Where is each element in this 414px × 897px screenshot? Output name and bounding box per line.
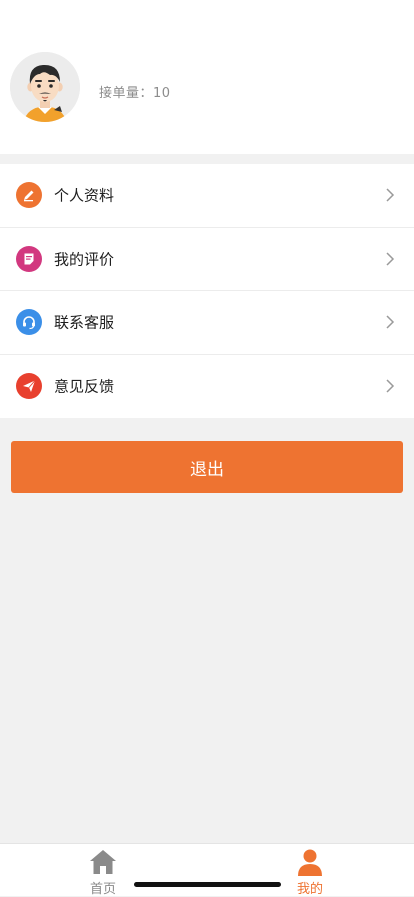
- menu-item-profile[interactable]: 个人资料: [0, 164, 414, 228]
- menu-list: 个人资料 我的评价 联系客服 意见反馈: [0, 164, 414, 418]
- review-icon: [16, 245, 42, 272]
- chevron-right-icon: [386, 315, 395, 329]
- order-count-value: 10: [153, 86, 171, 101]
- tab-home[interactable]: 首页: [63, 844, 143, 897]
- avatar-illustration: [10, 52, 80, 122]
- home-indicator: [134, 882, 281, 887]
- menu-item-feedback[interactable]: 意见反馈: [0, 355, 414, 419]
- avatar[interactable]: [10, 52, 80, 122]
- logout-button[interactable]: 退出: [11, 441, 403, 493]
- order-count: 接单量：10: [99, 82, 171, 101]
- tab-mine[interactable]: 我的: [270, 844, 350, 897]
- tab-mine-label: 我的: [296, 882, 323, 897]
- person-icon: [298, 849, 322, 876]
- menu-item-label: 联系客服: [54, 313, 115, 332]
- menu-item-label: 个人资料: [54, 186, 115, 205]
- chevron-right-icon: [386, 252, 395, 266]
- profile-header: 接单量：10: [0, 0, 414, 154]
- menu-item-reviews[interactable]: 我的评价: [0, 228, 414, 291]
- paper-plane-icon: [16, 373, 42, 400]
- menu-item-label: 我的评价: [54, 250, 115, 269]
- menu-item-customer-service[interactable]: 联系客服: [0, 291, 414, 355]
- menu-item-label: 意见反馈: [54, 377, 115, 396]
- chevron-right-icon: [386, 188, 395, 202]
- order-count-label: 接单量：: [99, 86, 154, 101]
- headset-icon: [16, 309, 42, 336]
- tab-bar: 首页 我的: [0, 843, 414, 897]
- chevron-right-icon: [386, 379, 395, 393]
- home-icon: [90, 850, 116, 874]
- tab-home-label: 首页: [89, 882, 116, 897]
- edit-icon: [16, 182, 42, 209]
